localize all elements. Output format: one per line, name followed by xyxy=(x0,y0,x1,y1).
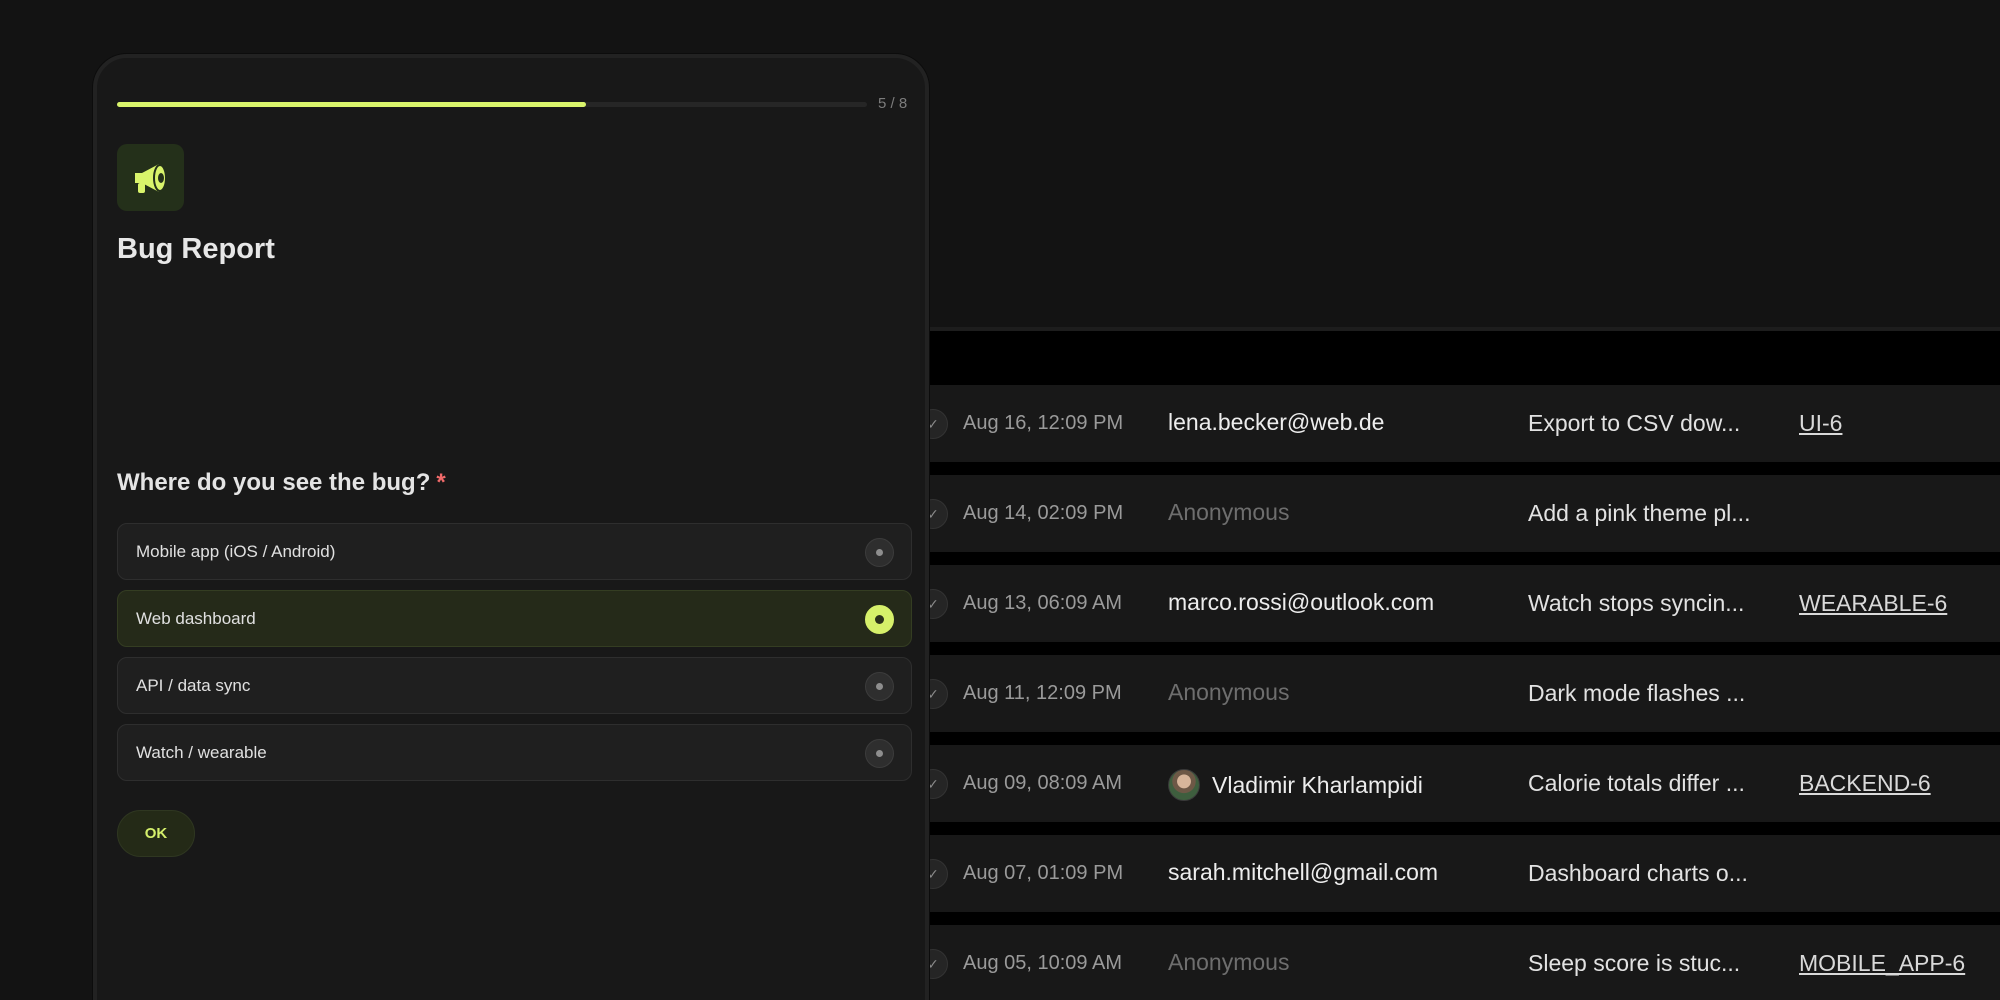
form-logo xyxy=(117,144,184,211)
option-radio[interactable] xyxy=(865,538,894,567)
option-radio[interactable] xyxy=(865,672,894,701)
row-ticket-link[interactable]: WEARABLE-6 xyxy=(1799,590,1947,617)
row-date: Aug 14, 02:09 PM xyxy=(963,502,1124,524)
feedback-table: ✓ Aug 16, 12:09 PM lena.becker@web.de Expor… xyxy=(900,327,2000,1000)
row-date: Aug 07, 01:09 PM xyxy=(963,862,1124,884)
row-date: Aug 11, 12:09 PM xyxy=(963,682,1122,704)
table-row[interactable]: ✓ Aug 05, 10:09 AM Anonymous Sleep score is… xyxy=(900,925,2000,1000)
answer-options: Mobile app (iOS / Android) Web dashboard A… xyxy=(117,523,912,791)
row-user-name: marco.rossi@outlook.com xyxy=(1168,589,1435,615)
option-2[interactable]: API / data sync xyxy=(117,657,912,714)
row-user-name: sarah.mitchell@gmail.com xyxy=(1168,859,1439,885)
table-row[interactable]: ✓ Aug 14, 02:09 PM Anonymous Add a pink the… xyxy=(900,475,2000,552)
row-date: Aug 09, 08:09 AM xyxy=(963,772,1123,794)
row-user: Anonymous xyxy=(1168,499,1289,526)
row-user: Anonymous xyxy=(1168,949,1289,976)
option-radio[interactable] xyxy=(865,739,894,768)
row-title: Watch stops syncin... xyxy=(1528,590,1745,616)
option-label: Watch / wearable xyxy=(136,743,267,762)
row-user-name: lena.becker@web.de xyxy=(1168,409,1385,435)
row-user-name: Anonymous xyxy=(1168,679,1290,705)
table-row[interactable]: ✓ Aug 13, 06:09 AM marco.rossi@outlook.com… xyxy=(900,565,2000,642)
row-user: marco.rossi@outlook.com xyxy=(1168,589,1434,616)
row-ticket-link[interactable]: MOBILE_APP-6 xyxy=(1799,950,1965,977)
row-date: Aug 13, 06:09 AM xyxy=(963,592,1123,614)
table-row[interactable]: ✓ Aug 07, 01:09 PM sarah.mitchell@gmail.co… xyxy=(900,835,2000,912)
row-title: Calorie totals differ ... xyxy=(1528,770,1745,796)
row-user: sarah.mitchell@gmail.com xyxy=(1168,859,1438,886)
option-label: Web dashboard xyxy=(136,609,256,628)
option-1[interactable]: Web dashboard xyxy=(117,590,912,647)
row-user-name: Vladimir Kharlampidi xyxy=(1212,771,1423,798)
table-row[interactable]: ✓ Aug 11, 12:09 PM Anonymous Dark mode flas… xyxy=(900,655,2000,732)
row-date: Aug 05, 10:09 AM xyxy=(963,952,1123,974)
row-user: Anonymous xyxy=(1168,679,1289,706)
option-radio[interactable] xyxy=(865,605,894,634)
option-label: API / data sync xyxy=(136,676,251,695)
bug-report-form-panel: 5 / 8 Bug Report Where do you see the bu… xyxy=(93,54,929,1000)
progress-bar xyxy=(117,102,867,107)
ok-button[interactable]: OK xyxy=(117,810,195,857)
progress-bar-fill xyxy=(117,102,586,107)
required-mark: * xyxy=(436,469,446,496)
row-title: Export to CSV dow... xyxy=(1528,410,1741,436)
row-title: Dashboard charts o... xyxy=(1528,860,1748,886)
row-user-name: Anonymous xyxy=(1168,499,1290,525)
question-label: Where do you see the bug? * xyxy=(117,469,446,497)
row-title: Sleep score is stuc... xyxy=(1528,950,1741,976)
row-ticket-link[interactable]: BACKEND-6 xyxy=(1799,770,1931,797)
row-user: Vladimir Kharlampidi xyxy=(1168,769,1423,801)
avatar xyxy=(1168,769,1200,801)
option-0[interactable]: Mobile app (iOS / Android) xyxy=(117,523,912,580)
row-user-name: Anonymous xyxy=(1168,949,1290,975)
row-date: Aug 16, 12:09 PM xyxy=(963,412,1124,434)
row-title: Add a pink theme pl... xyxy=(1528,500,1751,526)
option-label: Mobile app (iOS / Android) xyxy=(136,542,336,561)
table-row[interactable]: ✓ Aug 16, 12:09 PM lena.becker@web.de Expor… xyxy=(900,385,2000,462)
row-title: Dark mode flashes ... xyxy=(1528,680,1746,706)
megaphone-icon xyxy=(134,163,167,193)
table-header xyxy=(900,331,2000,385)
option-3[interactable]: Watch / wearable xyxy=(117,724,912,781)
progress-label: 5 / 8 xyxy=(878,95,908,112)
form-title: Bug Report xyxy=(117,233,275,265)
table-row[interactable]: ✓ Aug 09, 08:09 AM Vladimir Kharlampidi Cal… xyxy=(900,745,2000,822)
row-ticket-link[interactable]: UI-6 xyxy=(1799,410,1842,437)
row-user: lena.becker@web.de xyxy=(1168,409,1384,436)
question-text: Where do you see the bug? xyxy=(117,469,431,496)
